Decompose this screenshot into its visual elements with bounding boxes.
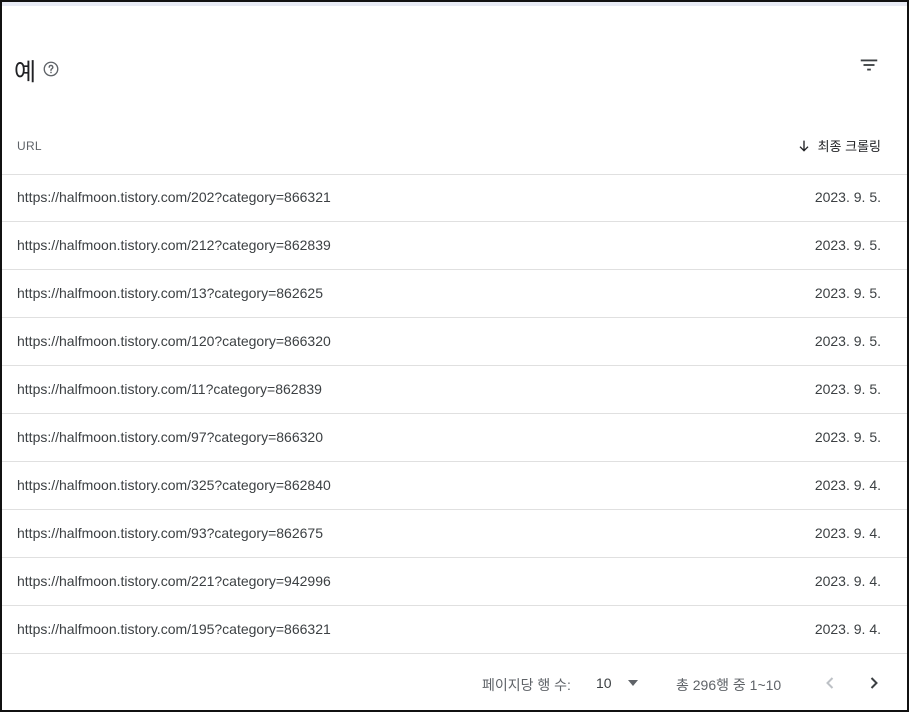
row-url[interactable]: https://halfmoon.tistory.com/97?category… (17, 429, 323, 445)
row-url[interactable]: https://halfmoon.tistory.com/212?categor… (17, 237, 331, 253)
rows-per-page-select[interactable]: 10 (596, 672, 638, 694)
table-row[interactable]: https://halfmoon.tistory.com/221?categor… (2, 558, 907, 606)
card-top-border (2, 2, 907, 6)
table-row[interactable]: https://halfmoon.tistory.com/13?category… (2, 270, 907, 318)
dropdown-caret-icon (627, 680, 638, 686)
column-header-last-crawl-label: 최종 크롤링 (817, 139, 881, 154)
pagination-bar: 페이지당 행 수: 10 총 296행 중 1~10 (2, 658, 907, 708)
row-date: 2023. 9. 4. (814, 621, 881, 637)
table-body: https://halfmoon.tistory.com/202?categor… (2, 174, 907, 654)
row-date: 2023. 9. 4. (814, 477, 881, 493)
row-date: 2023. 9. 4. (814, 525, 881, 541)
row-date: 2023. 9. 5. (814, 381, 881, 397)
table-row[interactable]: https://halfmoon.tistory.com/195?categor… (2, 606, 907, 654)
row-date: 2023. 9. 5. (814, 237, 881, 253)
rows-per-page-value: 10 (596, 675, 612, 691)
row-url[interactable]: https://halfmoon.tistory.com/195?categor… (17, 621, 331, 637)
table-row[interactable]: https://halfmoon.tistory.com/120?categor… (2, 318, 907, 366)
table-row[interactable]: https://halfmoon.tistory.com/212?categor… (2, 222, 907, 270)
filter-icon[interactable] (858, 54, 880, 76)
page-title: 예 (14, 59, 37, 86)
rows-per-page-label: 페이지당 행 수: (482, 677, 571, 693)
report-card: 예 URL 최종 크롤링 https://halfmoon.tistory.co… (0, 0, 909, 712)
row-url[interactable]: https://halfmoon.tistory.com/13?category… (17, 285, 323, 301)
row-url[interactable]: https://halfmoon.tistory.com/93?category… (17, 525, 323, 541)
row-date: 2023. 9. 4. (814, 573, 881, 589)
row-date: 2023. 9. 5. (814, 429, 881, 445)
column-header-last-crawl[interactable]: 최종 크롤링 (796, 136, 881, 155)
table-row[interactable]: https://halfmoon.tistory.com/11?category… (2, 366, 907, 414)
row-date: 2023. 9. 5. (814, 285, 881, 301)
row-url[interactable]: https://halfmoon.tistory.com/221?categor… (17, 573, 331, 589)
help-circle-icon[interactable] (42, 60, 60, 78)
row-date: 2023. 9. 5. (814, 333, 881, 349)
pagination-range: 총 296행 중 1~10 (676, 677, 782, 693)
row-url[interactable]: https://halfmoon.tistory.com/120?categor… (17, 333, 331, 349)
chevron-right-icon[interactable] (862, 671, 886, 695)
chevron-left-icon[interactable] (818, 671, 842, 695)
row-url[interactable]: https://halfmoon.tistory.com/11?category… (17, 381, 322, 397)
table-row[interactable]: https://halfmoon.tistory.com/97?category… (2, 414, 907, 462)
table-row[interactable]: https://halfmoon.tistory.com/202?categor… (2, 174, 907, 222)
card-header: 예 (2, 42, 907, 90)
row-url[interactable]: https://halfmoon.tistory.com/202?categor… (17, 189, 331, 205)
row-date: 2023. 9. 5. (814, 189, 881, 205)
arrow-down-icon (799, 140, 809, 152)
table-header: URL 최종 크롤링 (2, 122, 907, 175)
row-url[interactable]: https://halfmoon.tistory.com/325?categor… (17, 477, 331, 493)
column-header-url[interactable]: URL (17, 139, 42, 153)
table-row[interactable]: https://halfmoon.tistory.com/325?categor… (2, 462, 907, 510)
table-row[interactable]: https://halfmoon.tistory.com/93?category… (2, 510, 907, 558)
